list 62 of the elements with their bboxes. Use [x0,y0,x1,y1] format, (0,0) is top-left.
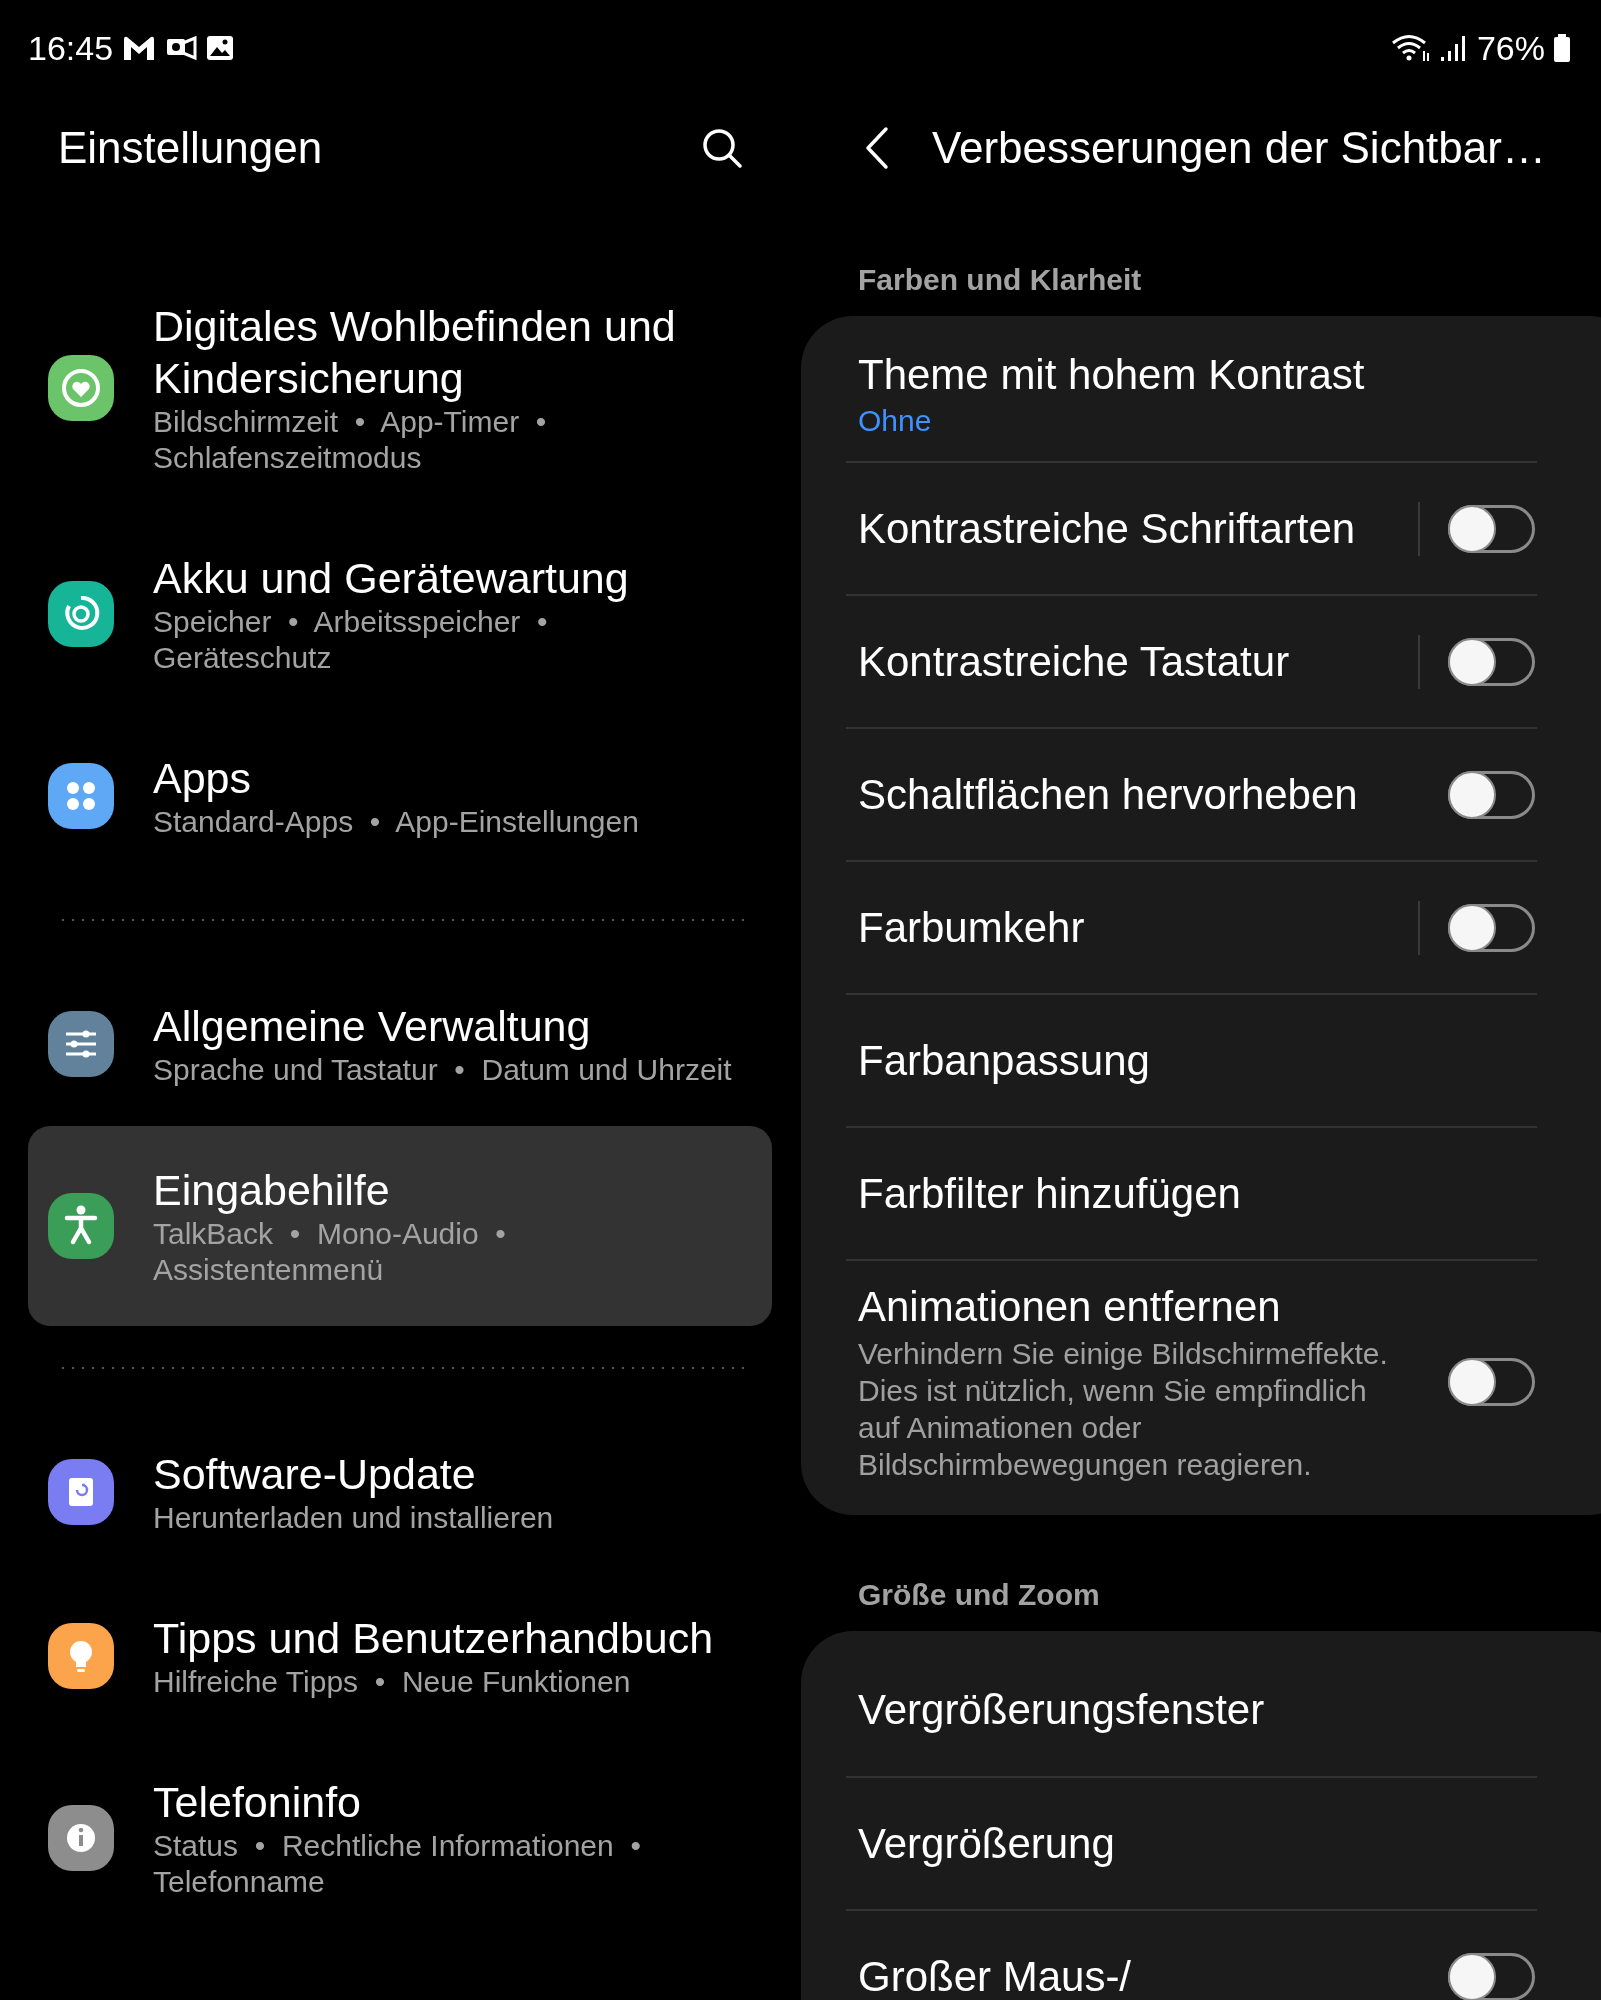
item-subtitle: TalkBack • Mono-Audio • Assistentenmenü [153,1216,507,1288]
setting-title[interactable]: Großer Maus-/ [858,1950,1448,2000]
item-subtitle: Sprache und Tastatur • Datum und Uhrzeit [153,1052,732,1088]
item-title: Apps [153,753,252,804]
category-icon [48,581,114,647]
settings-item[interactable]: Eingabehilfe TalkBack • Mono-Audio • Assistentenmenü [28,1126,772,1326]
setting-title[interactable]: Animationen entfernen [858,1281,1448,1333]
setting-title[interactable]: Vergrößerung [858,1817,1537,1870]
item-title: Allgemeine Verwaltung [153,1001,592,1052]
setting-title[interactable]: Kontrastreiche Tastatur [858,635,1418,688]
setting-title[interactable]: Theme mit hohem Kontrast [858,348,1537,401]
search-icon[interactable] [700,126,744,170]
section-label: Größe und Zoom [858,1577,1101,1613]
settings-item[interactable]: Akku und Gerätewartung Speicher • Arbeitsspeicher • Geräteschutz [28,514,772,714]
item-title: Akku und Gerätewartung [153,553,630,604]
item-subtitle: Hilfreiche Tipps • Neue Funktionen [153,1664,632,1700]
item-subtitle: Status • Rechtliche Informationen • Telefonname [153,1828,642,1900]
battery-level: 76% [1476,28,1545,68]
clock: 16:45 [28,28,114,68]
settings-item[interactable]: Apps Standard-Apps • App-Einstellungen [28,714,772,878]
page-title: Einstellungen [58,123,323,173]
category-icon [48,1193,114,1259]
settings-item[interactable]: Digitales Wohlbefinden und Kindersicherung Bildschirmzeit • App-Timer • Schlafenszeitmodus [28,262,772,514]
setting-title[interactable]: Farbfilter hinzufügen [858,1167,1537,1220]
item-title: Telefoninfo [153,1777,362,1828]
item-title: Eingabehilfe [153,1165,391,1216]
setting-title[interactable]: Schaltflächen hervorheben [858,768,1448,821]
section-label: Farben und Klarheit [858,262,1143,298]
item-title: Tipps und Benutzerhandbuch [153,1613,714,1664]
settings-item[interactable]: Allgemeine Verwaltung Sprache und Tastatur • Datum und Uhrzeit [28,962,772,1126]
category-icon [48,763,114,829]
toggle-switch[interactable] [1448,1358,1535,1406]
item-subtitle: Standard-Apps • App-Einstellungen [153,804,639,840]
wifi-icon [1390,33,1431,63]
toggle-switch[interactable] [1448,903,1535,952]
toggle-switch[interactable] [1448,770,1535,819]
category-icon [48,1623,114,1689]
category-icon [48,1459,114,1525]
toggle-switch[interactable] [1448,1952,1535,2000]
image-icon [205,34,236,62]
setting-value: Ohne [858,402,933,439]
toggle-switch[interactable] [1448,637,1535,686]
item-title: Digitales Wohlbefinden und Kindersicherung [153,301,677,404]
category-icon [48,355,114,421]
setting-title[interactable]: Farbumkehr [858,901,1418,954]
back-icon[interactable] [864,126,890,170]
setting-title[interactable]: Vergrößerungsfenster [858,1683,1537,1736]
category-icon [48,1011,114,1077]
settings-item[interactable]: Telefoninfo Status • Rechtliche Informationen • Telefonname [28,1738,772,1938]
setting-title[interactable]: Kontrastreiche Schriftarten [858,502,1418,555]
setting-description: Verhindern Sie einige Bildschirmeffekte. Dies ist nützlich, wenn Sie empfindlich auf Animationen oder Bildschirmbewegungen reagieren. [858,1336,1389,1483]
page-title: Verbesserungen der Sichtbar… [932,123,1546,173]
setting-title[interactable]: Farbanpassung [858,1034,1537,1087]
item-subtitle: Herunterladen und installieren [153,1500,554,1536]
battery-icon [1553,33,1571,63]
category-icon [48,1805,114,1871]
settings-item[interactable]: Software-Update Herunterladen und installieren [28,1410,772,1574]
item-subtitle: Bildschirmzeit • App-Timer • Schlafenszeitmodus [153,404,548,476]
item-subtitle: Speicher • Arbeitsspeicher • Geräteschutz [153,604,549,676]
item-title: Software-Update [153,1449,477,1500]
toggle-switch[interactable] [1448,504,1535,553]
settings-item[interactable]: Tipps und Benutzerhandbuch Hilfreiche Tipps • Neue Funktionen [28,1574,772,1738]
